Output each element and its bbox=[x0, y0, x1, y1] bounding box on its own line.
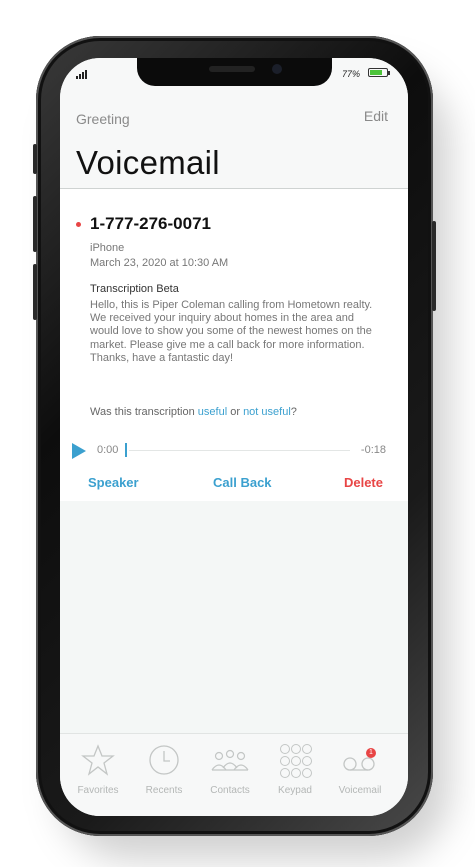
voicemail-icon: 1 bbox=[330, 744, 390, 776]
not-useful-link[interactable]: not useful bbox=[243, 406, 291, 418]
tab-keypad[interactable]: Keypad bbox=[265, 744, 325, 796]
tab-label: Favorites bbox=[77, 785, 119, 796]
notch bbox=[137, 58, 332, 86]
speaker-button[interactable]: Speaker bbox=[88, 475, 139, 490]
delete-button[interactable]: Delete bbox=[344, 475, 383, 490]
signal-icon bbox=[76, 70, 87, 79]
tab-contacts[interactable]: Contacts bbox=[200, 744, 260, 796]
unread-dot bbox=[76, 222, 81, 227]
people-icon bbox=[200, 744, 260, 776]
edit-button[interactable]: Edit bbox=[364, 108, 388, 124]
play-icon[interactable] bbox=[72, 443, 86, 459]
volume-up-button bbox=[33, 196, 37, 252]
voicemail-detail: 1-777-276-0071 iPhone March 23, 2020 at … bbox=[60, 189, 408, 501]
clock-icon bbox=[134, 744, 194, 776]
star-icon bbox=[68, 744, 128, 776]
tab-recents[interactable]: Recents bbox=[134, 744, 194, 796]
caller-device: iPhone bbox=[90, 242, 125, 254]
feedback-or: or bbox=[227, 406, 244, 418]
remaining-time: -0:18 bbox=[360, 444, 386, 456]
tab-label: Keypad bbox=[278, 785, 312, 796]
earpiece-speaker bbox=[209, 66, 255, 72]
tab-voicemail[interactable]: 1 Voicemail bbox=[330, 744, 390, 796]
playback-scrubber[interactable] bbox=[125, 443, 127, 457]
voicemail-date: March 23, 2020 at 10:30 AM bbox=[90, 257, 229, 269]
feedback-suffix: ? bbox=[290, 406, 297, 418]
battery-icon bbox=[368, 68, 390, 77]
caller-number: 1-777-276-0071 bbox=[90, 214, 211, 233]
playback-track[interactable] bbox=[129, 450, 350, 451]
feedback-question: Was this transcription useful or not use… bbox=[90, 406, 297, 418]
page-title: Voicemail bbox=[76, 144, 220, 181]
battery-percent: 77% bbox=[341, 69, 360, 79]
call-back-button[interactable]: Call Back bbox=[213, 475, 272, 490]
mute-switch bbox=[33, 144, 37, 174]
useful-link[interactable]: useful bbox=[198, 406, 227, 418]
transcription-text: Hello, this is Piper Coleman calling fro… bbox=[90, 299, 373, 364]
tab-label: Contacts bbox=[210, 785, 250, 796]
phone-screen: 77% Greeting Edit Voicemail 1-777-276-00… bbox=[60, 58, 408, 816]
keypad-icon bbox=[265, 744, 325, 778]
tab-label: Voicemail bbox=[338, 785, 382, 796]
audio-player: 0:00 -0:18 bbox=[72, 441, 386, 459]
side-button bbox=[432, 221, 436, 311]
tab-favorites[interactable]: Favorites bbox=[68, 744, 128, 796]
voicemail-badge: 1 bbox=[366, 748, 376, 758]
elapsed-time: 0:00 bbox=[97, 444, 119, 456]
voicemail-actions: Speaker Call Back Delete bbox=[60, 475, 408, 491]
greeting-button[interactable]: Greeting bbox=[76, 111, 130, 127]
tab-label: Recents bbox=[145, 785, 183, 796]
front-camera bbox=[272, 64, 282, 74]
transcription-title: Transcription Beta bbox=[90, 283, 179, 295]
feedback-prefix: Was this transcription bbox=[90, 406, 198, 418]
tab-bar: Favorites Recents Contacts Keypad 1 Voic… bbox=[60, 733, 408, 816]
volume-down-button bbox=[33, 264, 37, 320]
